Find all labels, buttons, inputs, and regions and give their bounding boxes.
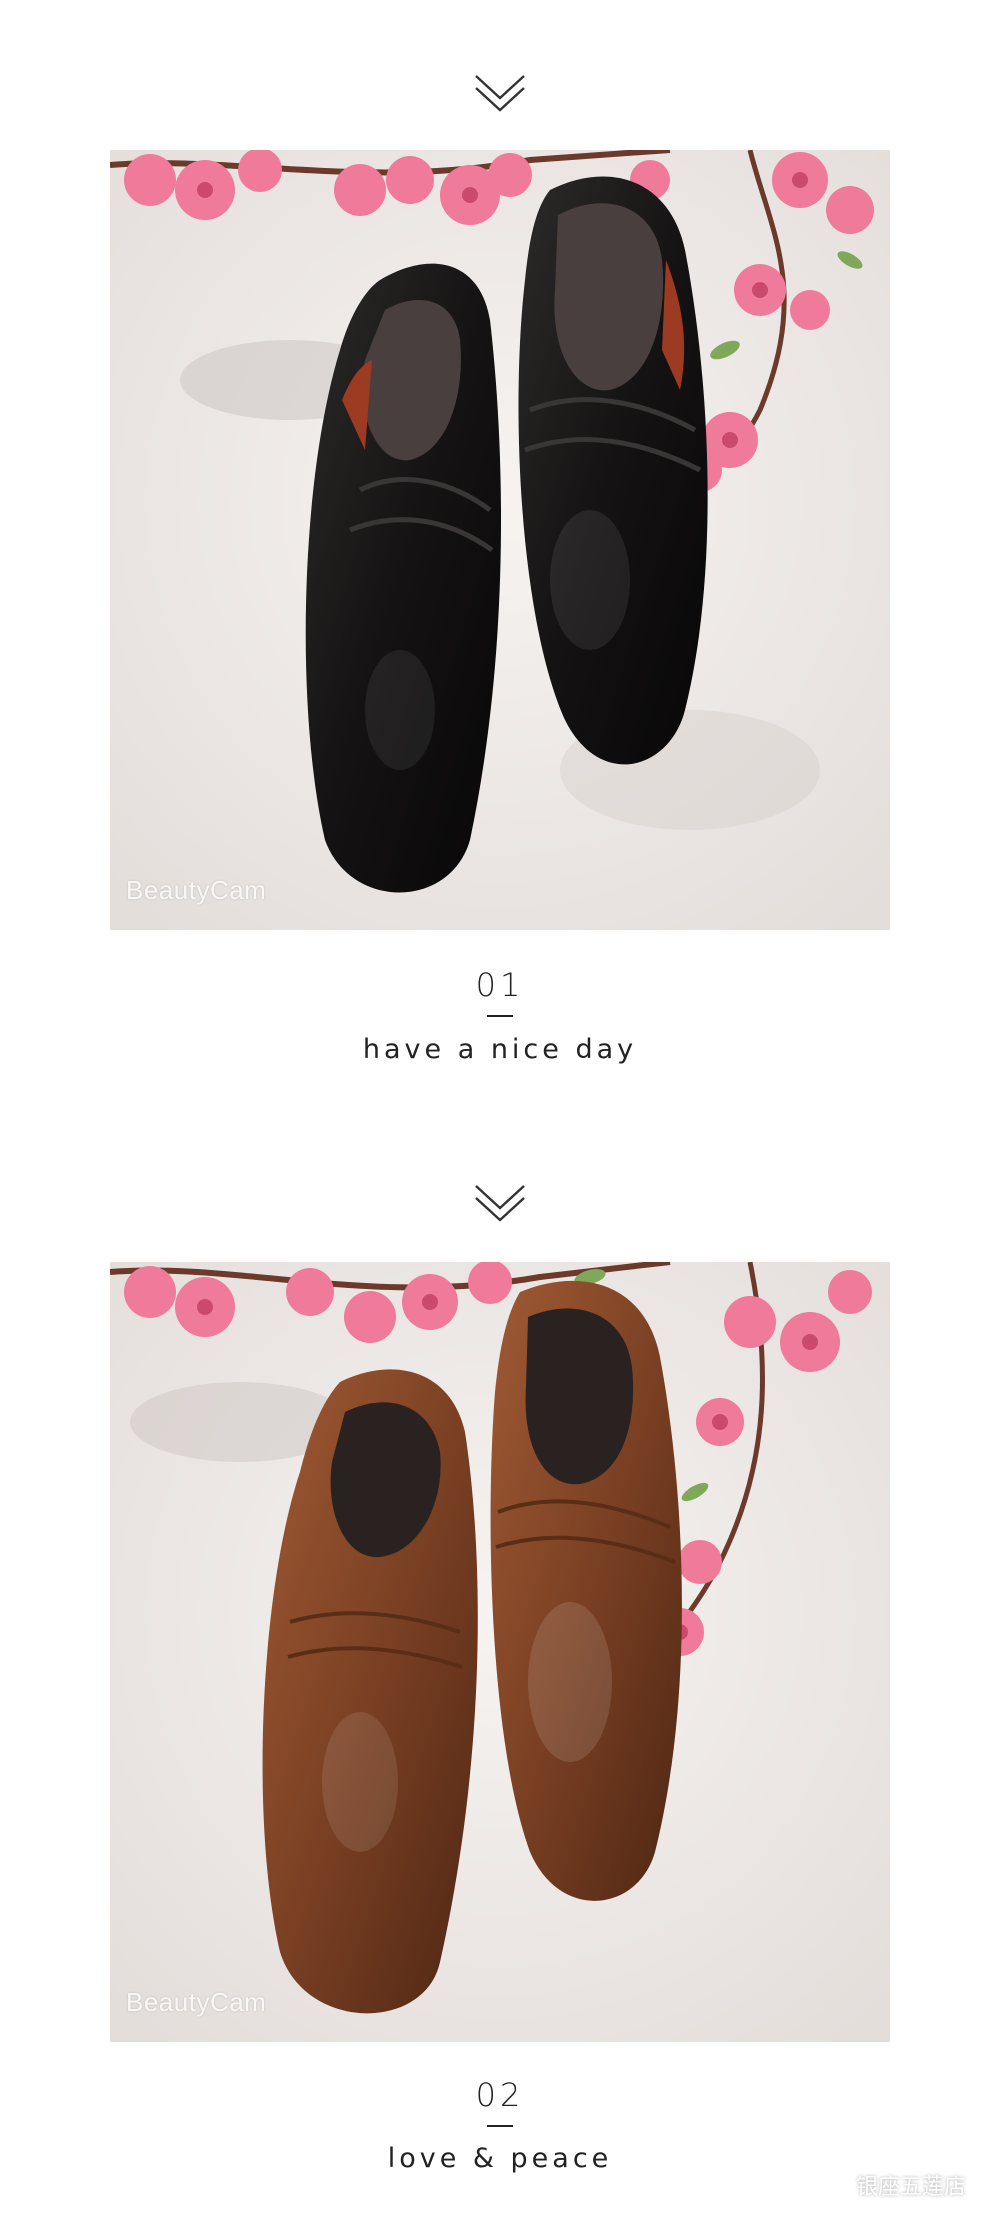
account-name: 银座五莲店 [855, 2175, 966, 2200]
section-number: 01 [475, 966, 525, 1004]
chevron-down-double-icon [475, 75, 525, 112]
wechat-icon [820, 2174, 849, 2196]
photo-watermark: BeautyCam [126, 875, 267, 905]
section-caption: have a nice day [362, 1034, 638, 1065]
photo-watermark: BeautyCam [126, 1987, 267, 2017]
divider [487, 1015, 513, 1017]
product-photo-brown-shoes: BeautyCam [110, 1262, 890, 2042]
section-number: 02 [475, 2076, 525, 2114]
divider [487, 2125, 513, 2127]
product-photo-black-shoes: BeautyCam [110, 150, 890, 930]
account-watermark: 银座五莲店 [820, 2170, 966, 2200]
chevron-down-double-icon [475, 1185, 525, 1222]
